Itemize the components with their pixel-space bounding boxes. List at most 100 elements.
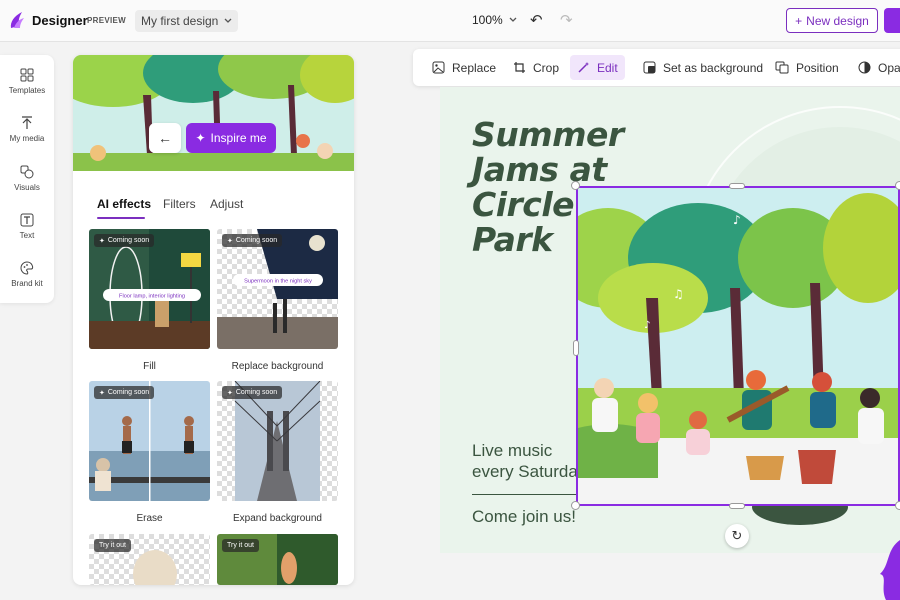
coming-soon-badge: ✦ Coming soon [94, 386, 155, 399]
canvas-divider [472, 494, 576, 495]
panel-hero-illustration [73, 55, 354, 171]
resize-handle-left[interactable] [573, 340, 579, 356]
tool-label: Position [796, 60, 839, 75]
back-button[interactable]: ← [149, 123, 181, 153]
purple-splash-decoration [880, 540, 900, 600]
left-rail: Templates My media Visuals Text Brand ki… [0, 55, 54, 303]
tab-ai-effects[interactable]: AI effects [97, 197, 151, 211]
rail-item-visuals[interactable]: Visuals [0, 165, 54, 192]
crop-button[interactable]: Crop [506, 55, 566, 80]
rail-label: My media [9, 134, 45, 143]
set-as-background-button[interactable]: Set as background [636, 55, 770, 80]
plus-icon: + [795, 13, 803, 28]
upload-icon [22, 116, 32, 129]
active-tab-indicator [97, 217, 145, 219]
inspire-me-button[interactable]: ✦ Inspire me [186, 123, 276, 153]
badge-label: Try it out [99, 542, 126, 549]
effect-label-erase: Erase [136, 513, 163, 524]
coming-soon-badge: ✦ Coming soon [222, 386, 283, 399]
badge-label: Coming soon [107, 237, 150, 244]
badge-label: Try it out [227, 542, 254, 549]
rail-item-brand-kit[interactable]: Brand kit [0, 261, 54, 288]
effect-label-expand-background: Expand background [233, 513, 322, 524]
magic-wand-icon [578, 62, 589, 73]
design-name-label: My first design [141, 14, 219, 28]
effect-card-erase[interactable]: ✦ Coming soon [89, 381, 210, 501]
effect-card-fill[interactable]: Floor lamp, interior lighting ✦ Coming so… [89, 229, 210, 349]
rotate-handle[interactable]: ↻ [725, 524, 749, 548]
fill-preview-image: Floor lamp, interior lighting [89, 229, 210, 349]
arrow-left-icon: ← [158, 130, 172, 146]
coming-soon-badge: ✦ Coming soon [222, 234, 283, 247]
opacity-button[interactable]: Opacity [851, 55, 900, 80]
svg-text:♪: ♪ [644, 320, 650, 331]
badge-label: Coming soon [235, 389, 278, 396]
canvas-cta-text[interactable]: Come join us! [472, 507, 576, 527]
redo-icon[interactable]: ↷ [560, 11, 573, 29]
resize-handle-bottom-right[interactable] [895, 501, 900, 510]
rail-label: Text [19, 231, 35, 240]
try-it-out-badge: Try it out [94, 539, 131, 552]
sparkle-icon: ✦ [99, 237, 105, 245]
position-button[interactable]: Position [768, 55, 846, 80]
resize-handle-top[interactable] [729, 183, 745, 189]
picnic-illustration: ♪ ♫ ♪ [578, 188, 898, 504]
rail-item-templates[interactable]: Templates [0, 68, 54, 95]
undo-icon[interactable]: ↶ [530, 11, 543, 29]
inspire-me-label: Inspire me [210, 131, 267, 145]
rail-item-my-media[interactable]: My media [0, 116, 54, 143]
replace-background-prompt-text: Supermoon in the night sky [244, 279, 312, 285]
resize-handle-top-left[interactable] [571, 181, 580, 190]
headline-line: Summer [472, 115, 624, 154]
designer-logo-icon [10, 12, 24, 28]
background-icon [643, 61, 656, 74]
svg-text:♪: ♪ [733, 213, 741, 227]
new-design-button[interactable]: + New design [786, 8, 878, 33]
preview-tag: PREVIEW [87, 16, 126, 25]
sparkle-icon: ✦ [227, 389, 233, 397]
coming-soon-badge: ✦ Coming soon [94, 234, 155, 247]
top-bar: Designer PREVIEW My first design 100% ↶ … [0, 0, 900, 42]
chevron-down-icon [509, 17, 517, 22]
tool-label: Set as background [663, 60, 764, 75]
effect-card-expand-background[interactable]: ✦ Coming soon [217, 381, 338, 501]
opacity-icon [858, 61, 871, 74]
replace-button[interactable]: Replace [425, 55, 503, 80]
rail-label: Templates [8, 86, 46, 95]
resize-handle-bottom-left[interactable] [571, 501, 580, 510]
effect-card-replace-background[interactable]: Supermoon in the night sky ✦ Coming soon [217, 229, 338, 349]
effect-card-try-1[interactable]: Try it out [89, 534, 210, 585]
sparkle-icon: ✦ [99, 389, 105, 397]
selected-image[interactable]: ♪ ♫ ♪ [576, 186, 900, 506]
effect-card-try-2[interactable]: Try it out [217, 534, 338, 585]
resize-handle-top-right[interactable] [895, 181, 900, 190]
design-name-dropdown[interactable]: My first design [135, 10, 239, 32]
svg-text:♫: ♫ [673, 287, 684, 301]
new-design-label: New design [806, 13, 869, 28]
image-icon [432, 61, 445, 74]
chevron-down-icon [224, 18, 232, 23]
rail-item-text[interactable]: Text [0, 213, 54, 240]
tab-adjust[interactable]: Adjust [210, 197, 243, 211]
sparkle-icon: ✦ [227, 237, 233, 245]
tab-filters[interactable]: Filters [163, 197, 196, 211]
badge-label: Coming soon [235, 237, 278, 244]
rail-label: Visuals [14, 183, 40, 192]
canvas-body-text[interactable]: Live music every Saturday [472, 440, 586, 482]
rotate-icon: ↻ [731, 528, 743, 543]
effect-label-replace-background: Replace background [231, 361, 324, 372]
edit-button[interactable]: Edit [570, 55, 625, 80]
erase-preview-image [89, 381, 210, 501]
body-line: Live music [472, 441, 553, 460]
try-it-out-badge: Try it out [222, 539, 259, 552]
sparkle-icon: ✦ [195, 131, 206, 145]
share-button[interactable] [884, 8, 900, 33]
tool-label: Edit [597, 60, 618, 75]
crop-icon [514, 62, 525, 73]
badge-label: Coming soon [107, 389, 150, 396]
zoom-dropdown[interactable]: 100% [472, 13, 517, 27]
replace-background-preview-image: Supermoon in the night sky [217, 229, 338, 349]
palette-icon [20, 261, 34, 275]
resize-handle-bottom[interactable] [729, 503, 745, 509]
body-line: every Saturday [472, 462, 587, 481]
